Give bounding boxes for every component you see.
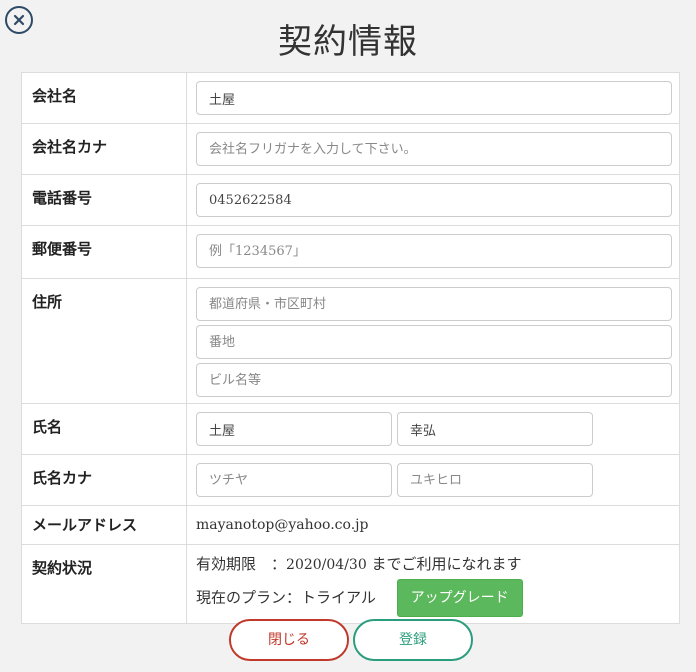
- page-title: 契約情報: [278, 22, 418, 62]
- expiry-date: 2020/04/30: [286, 557, 367, 573]
- plan-line: 現在のプラン：トライアル アップグレード: [196, 579, 672, 617]
- phone-input[interactable]: [196, 183, 672, 217]
- name-kana-label: 氏名カナ: [21, 454, 187, 506]
- expiry-suffix: までご利用になれます: [366, 555, 522, 573]
- plan-value: トライアル: [301, 588, 376, 607]
- last-name-kana-input[interactable]: [196, 463, 392, 497]
- form-row-contract-status: 契約状況 有効期限 ：2020/04/30 までご利用になれます 現在のプラン：…: [21, 544, 680, 624]
- postal-label: 郵便番号: [21, 225, 187, 279]
- name-label: 氏名: [21, 403, 187, 455]
- address-prefecture-input[interactable]: [196, 287, 672, 321]
- form-row-name-kana: 氏名カナ: [21, 454, 680, 506]
- address-street-input[interactable]: [196, 325, 672, 359]
- contract-form-table: 会社名 会社名カナ 電話番号 郵便番号 住所: [21, 72, 680, 624]
- close-button[interactable]: 閉じる: [229, 619, 349, 661]
- address-building-input[interactable]: [196, 363, 672, 397]
- address-label: 住所: [21, 278, 187, 404]
- form-row-postal: 郵便番号: [21, 225, 680, 279]
- form-row-company-kana: 会社名カナ: [21, 123, 680, 175]
- form-row-name: 氏名: [21, 403, 680, 455]
- form-row-phone: 電話番号: [21, 174, 680, 226]
- postal-code-input[interactable]: [196, 234, 672, 268]
- first-name-input[interactable]: [397, 412, 593, 446]
- contract-info-dialog: 契約情報 会社名 会社名カナ 電話番号 郵便番号 住所: [0, 0, 696, 672]
- form-row-email: メールアドレス mayanotop@yahoo.co.jp: [21, 505, 680, 545]
- plan-label: 現在のプラン: [196, 588, 287, 607]
- form-row-company-name: 会社名: [21, 72, 680, 124]
- email-label: メールアドレス: [21, 505, 187, 545]
- first-name-kana-input[interactable]: [397, 463, 593, 497]
- expiry-separator: ：: [256, 555, 287, 573]
- company-kana-input[interactable]: [196, 132, 672, 166]
- plan-separator: ：: [286, 588, 302, 607]
- register-button[interactable]: 登録: [353, 619, 473, 661]
- expiry-line: 有効期限 ：2020/04/30 までご利用になれます: [196, 552, 672, 577]
- form-row-address: 住所: [21, 278, 680, 404]
- contract-status-label: 契約状況: [21, 544, 187, 624]
- company-name-input[interactable]: [196, 81, 672, 115]
- phone-label: 電話番号: [21, 174, 187, 226]
- expiry-label: 有効期限: [196, 555, 257, 573]
- email-value: mayanotop@yahoo.co.jp: [196, 517, 369, 533]
- upgrade-button[interactable]: アップグレード: [396, 579, 523, 617]
- company-kana-label: 会社名カナ: [21, 123, 187, 175]
- last-name-input[interactable]: [196, 412, 392, 446]
- company-name-label: 会社名: [21, 72, 187, 124]
